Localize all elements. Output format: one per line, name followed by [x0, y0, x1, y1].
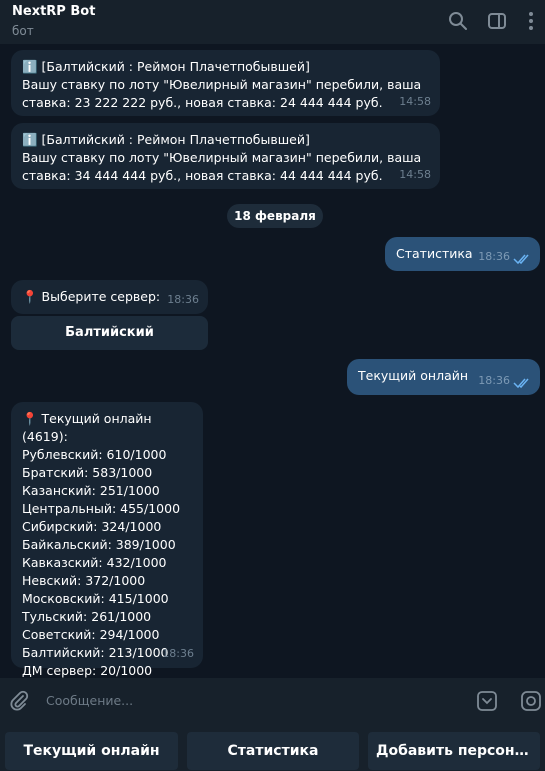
- inline-button-server[interactable]: Балтийский: [11, 316, 208, 350]
- message-bubble-incoming: ℹ️ [Балтийский : Реймон Плачетпобывшей] …: [11, 50, 440, 116]
- message-bubble-outgoing: Текущий онлайн 18:36: [347, 359, 540, 395]
- search-icon[interactable]: [447, 10, 469, 32]
- attach-icon[interactable]: [8, 690, 30, 712]
- read-checkmarks-icon: [513, 253, 531, 265]
- message-bubble-incoming: 📍 Выберите сервер: 18:36: [11, 280, 208, 314]
- sticker-icon[interactable]: [520, 690, 542, 712]
- message-bubble-incoming: ℹ️ [Балтийский : Реймон Плачетпобывшей] …: [11, 123, 440, 189]
- keyboard-button-online[interactable]: Текущий онлайн: [5, 732, 178, 770]
- message-text: ℹ️ [Балтийский : Реймон Плачетпобывшей] …: [22, 132, 422, 183]
- keyboard-button-statistics[interactable]: Статистика: [187, 732, 359, 770]
- message-input[interactable]: Сообщение...: [46, 693, 133, 708]
- sidebar-toggle-icon[interactable]: [486, 10, 508, 32]
- message-time: 18:36: [162, 647, 194, 660]
- message-time: 18:36: [167, 293, 199, 306]
- message-bubble-incoming: 📍 Текущий онлайн (4619): Рублевский: 610…: [11, 402, 203, 678]
- read-checkmarks-icon: [513, 377, 531, 389]
- message-time: 18:36: [478, 250, 510, 263]
- message-text: 📍 Текущий онлайн (4619): Рублевский: 610…: [22, 411, 181, 678]
- message-time: 18:36: [478, 374, 510, 387]
- date-separator: 18 февраля: [227, 204, 323, 228]
- keyboard-button-add-character[interactable]: Добавить персонажа: [368, 732, 540, 770]
- keyboard-toggle-icon[interactable]: [476, 690, 498, 712]
- message-time: 14:58: [399, 95, 431, 108]
- message-text: ℹ️ [Балтийский : Реймон Плачетпобывшей] …: [22, 59, 422, 110]
- chat-subtitle: бот: [12, 24, 34, 38]
- message-bubble-outgoing: Статистика 18:36: [385, 237, 540, 271]
- message-composer: Сообщение...: [0, 678, 545, 724]
- chat-title[interactable]: NextRP Bot: [12, 4, 95, 19]
- reply-keyboard: Текущий онлайн Статистика Добавить персо…: [0, 724, 545, 771]
- message-time: 14:58: [399, 168, 431, 181]
- message-list[interactable]: ℹ️ [Балтийский : Реймон Плачетпобывшей] …: [0, 44, 545, 678]
- chat-header[interactable]: NextRP Bot бот: [0, 0, 545, 44]
- more-icon[interactable]: [520, 10, 542, 32]
